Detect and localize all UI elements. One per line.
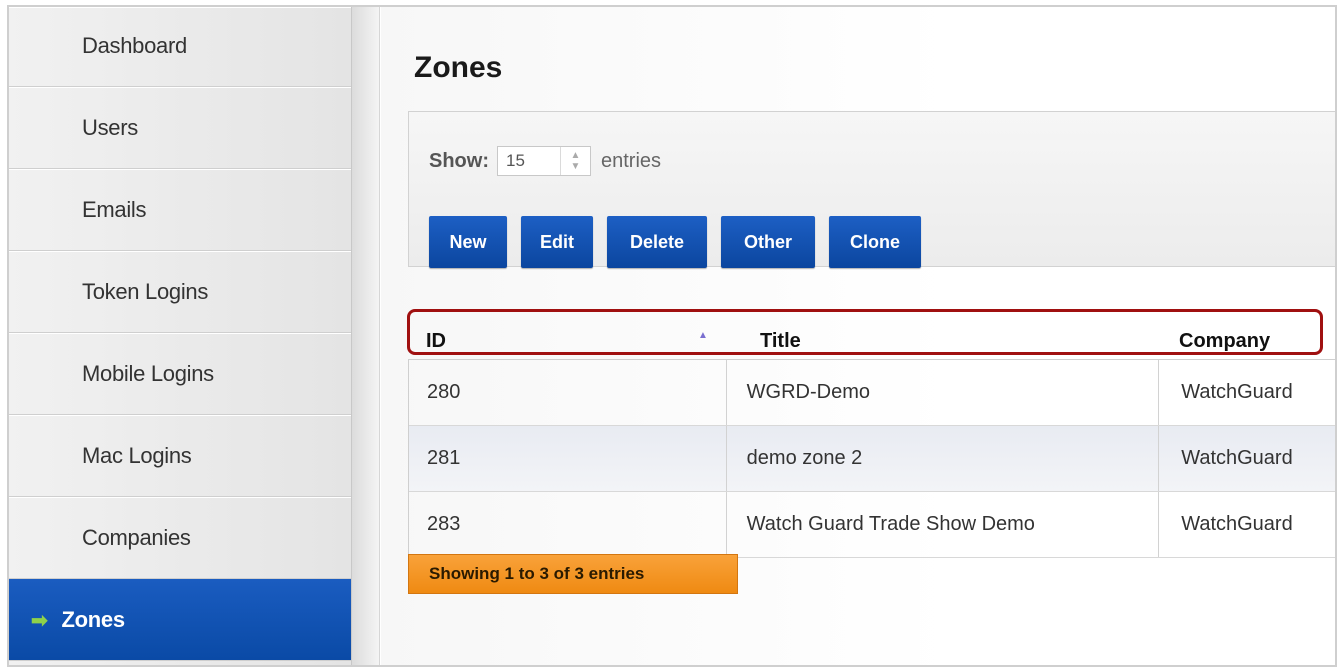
cell-id: 280: [409, 360, 727, 425]
sidebar-item-mac-logins[interactable]: Mac Logins: [9, 415, 351, 497]
sidebar-item-label: Mac Logins: [82, 443, 192, 468]
sidebar: Dashboard Users Emails Token Logins Mobi…: [9, 7, 352, 665]
cell-company: WatchGuard: [1181, 381, 1293, 403]
table-info-badge: Showing 1 to 3 of 3 entries: [408, 554, 738, 594]
sidebar-item-token-logins[interactable]: Token Logins: [9, 251, 351, 333]
cell-title: demo zone 2: [727, 426, 1160, 491]
cell-title: Watch Guard Trade Show Demo: [727, 492, 1160, 557]
other-button[interactable]: Other: [721, 216, 815, 268]
page-length-control: Show: 15 ▲ ▼ entries: [429, 146, 661, 176]
new-button[interactable]: New: [429, 216, 507, 268]
show-label: Show:: [429, 149, 489, 172]
table-row[interactable]: 281 demo zone 2 WatchGuard: [409, 426, 1335, 492]
edit-button[interactable]: Edit: [521, 216, 593, 268]
page-length-value: 15: [506, 151, 525, 170]
sidebar-item-label: Users: [82, 115, 138, 140]
select-arrows-icon: ▲ ▼: [560, 147, 590, 175]
column-header-company[interactable]: Company: [1173, 330, 1335, 353]
delete-button[interactable]: Delete: [607, 216, 707, 268]
sidebar-item-label: Token Logins: [82, 279, 209, 304]
entries-label: entries: [601, 149, 662, 172]
table-header: ID ▲ Title Company: [408, 307, 1335, 359]
sidebar-item-mobile-logins[interactable]: Mobile Logins: [9, 333, 351, 415]
page-title: Zones: [414, 51, 503, 84]
main-content: Zones Show: 15 ▲ ▼ entries New Edit Delet…: [381, 7, 1335, 665]
arrow-right-icon: ➡: [31, 609, 48, 632]
sidebar-item-companies[interactable]: Companies: [9, 497, 351, 579]
toolbar: New Edit Delete Other Clone: [429, 216, 921, 268]
clone-button[interactable]: Clone: [829, 216, 921, 268]
table-row[interactable]: 280 WGRD-Demo WatchGuard: [409, 360, 1335, 426]
sidebar-item-label: Mobile Logins: [82, 361, 214, 386]
cell-id: 281: [409, 426, 727, 491]
sidebar-gutter: [352, 7, 380, 665]
sidebar-item-users[interactable]: Users: [9, 87, 351, 169]
table-body: 280 WGRD-Demo WatchGuard 281 demo zone 2…: [408, 359, 1335, 558]
sidebar-item-label: Emails: [82, 197, 147, 222]
column-header-id[interactable]: ID ▲: [408, 330, 738, 353]
sort-ascending-icon: ▲: [698, 330, 708, 341]
sidebar-item-zones[interactable]: ➡ Zones: [9, 579, 351, 661]
sidebar-item-label: Dashboard: [82, 33, 187, 58]
app-frame: Dashboard Users Emails Token Logins Mobi…: [7, 5, 1337, 667]
column-header-title[interactable]: Title: [738, 330, 1173, 353]
sidebar-item-label: Zones: [61, 607, 125, 632]
sidebar-item-emails[interactable]: Emails: [9, 169, 351, 251]
cell-company: WatchGuard: [1181, 513, 1293, 535]
table-controls: Show: 15 ▲ ▼ entries New Edit Delete Othe…: [408, 111, 1335, 268]
sidebar-item-dashboard[interactable]: Dashboard: [9, 7, 351, 87]
page-length-select[interactable]: 15 ▲ ▼: [497, 146, 591, 176]
zones-table: ID ▲ Title Company 280 WGRD-Demo WatchGu…: [408, 307, 1335, 558]
cell-company: WatchGuard: [1181, 447, 1293, 469]
cell-id: 283: [409, 492, 727, 557]
table-row[interactable]: 283 Watch Guard Trade Show Demo WatchGua…: [409, 492, 1335, 558]
sidebar-item-label: Companies: [82, 525, 191, 550]
cell-title: WGRD-Demo: [727, 360, 1160, 425]
